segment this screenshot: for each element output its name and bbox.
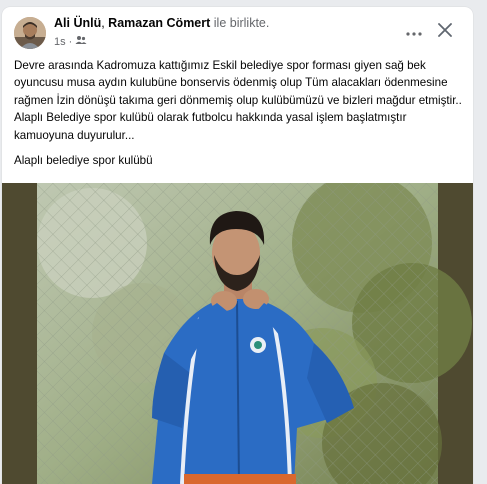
meta-dot: ·: [68, 35, 73, 48]
post-message: Devre arasında Kadromuza kattığımız Eski…: [14, 59, 462, 142]
avatar-image: [14, 17, 46, 49]
close-icon: [438, 22, 452, 42]
close-button[interactable]: [433, 20, 457, 44]
with-text: ile birlikte.: [210, 16, 270, 30]
post-body: Devre arasında Kadromuza kattığımız Eski…: [14, 57, 464, 169]
author-name-2[interactable]: Ramazan Cömert: [108, 16, 210, 30]
author-avatar[interactable]: [14, 17, 46, 49]
author-line: Ali Ünlü, Ramazan Cömert ile birlikte.: [54, 16, 269, 30]
photo-image: [2, 183, 473, 484]
post-meta: 1s ·: [54, 34, 87, 49]
more-options-button[interactable]: [400, 21, 428, 43]
more-horizontal-icon: [406, 23, 422, 41]
friends-icon[interactable]: [75, 34, 87, 49]
post-signature: Alaplı belediye spor kulübü: [14, 154, 153, 168]
post-header: Ali Ünlü, Ramazan Cömert ile birlikte. 1…: [2, 7, 473, 57]
post-card: Ali Ünlü, Ramazan Cömert ile birlikte. 1…: [2, 7, 473, 484]
author-name-1[interactable]: Ali Ünlü: [54, 16, 101, 30]
post-time[interactable]: 1s: [54, 36, 66, 48]
post-photo[interactable]: [2, 183, 473, 484]
